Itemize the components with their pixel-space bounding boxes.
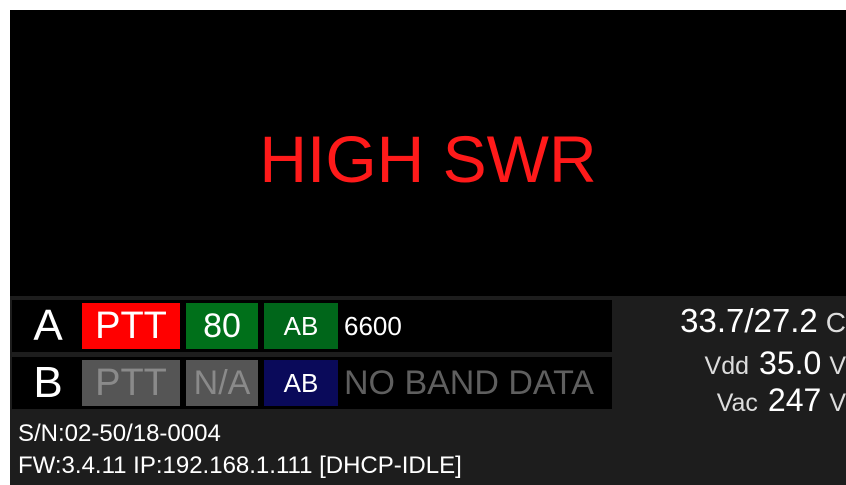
channel-a-band: 80 <box>186 303 258 349</box>
vdd-label: Vdd <box>704 352 750 380</box>
amplifier-screen: HIGH SWR A PTT 80 AB 6600 B PTT N/A AB N… <box>10 10 846 485</box>
serial-number: S/N:02-50/18-0004 <box>18 420 221 447</box>
vdd-value: 35.0 <box>759 345 822 381</box>
status-panel: 33.7/27.2 C Vdd 35.0 V Vac 247 V <box>620 300 846 418</box>
temperature-unit: C <box>825 307 846 338</box>
firmware-ip-info: FW:3.4.11 IP:192.168.1.111 [DHCP-IDLE] <box>18 452 462 479</box>
vac-label: Vac <box>716 389 758 417</box>
channel-a-label: A <box>33 301 63 350</box>
channel-b-row: B PTT N/A AB NO BAND DATA <box>12 357 612 409</box>
temperature-value: 33.7/27.2 <box>680 302 818 339</box>
channel-b-band: N/A <box>186 360 258 406</box>
vac-readout: Vac 247 V <box>717 382 846 419</box>
alert-message: HIGH SWR <box>259 122 597 196</box>
channel-b-label: B <box>33 358 63 407</box>
temperature-readout: 33.7/27.2 C <box>680 302 846 340</box>
main-display: HIGH SWR <box>10 10 846 296</box>
channel-a-info: 6600 <box>344 311 402 341</box>
channel-a-row: A PTT 80 AB 6600 <box>12 300 612 352</box>
channel-b-mode: AB <box>264 360 338 406</box>
channel-a-mode: AB <box>264 303 338 349</box>
vac-value: 247 <box>767 382 822 418</box>
channel-a-ptt-indicator: PTT <box>82 303 180 349</box>
channel-b-info: NO BAND DATA <box>344 364 594 402</box>
vdd-readout: Vdd 35.0 V <box>705 345 846 382</box>
channel-b-ptt-indicator: PTT <box>82 360 180 406</box>
vac-unit: V <box>829 389 846 417</box>
vdd-unit: V <box>829 352 846 380</box>
